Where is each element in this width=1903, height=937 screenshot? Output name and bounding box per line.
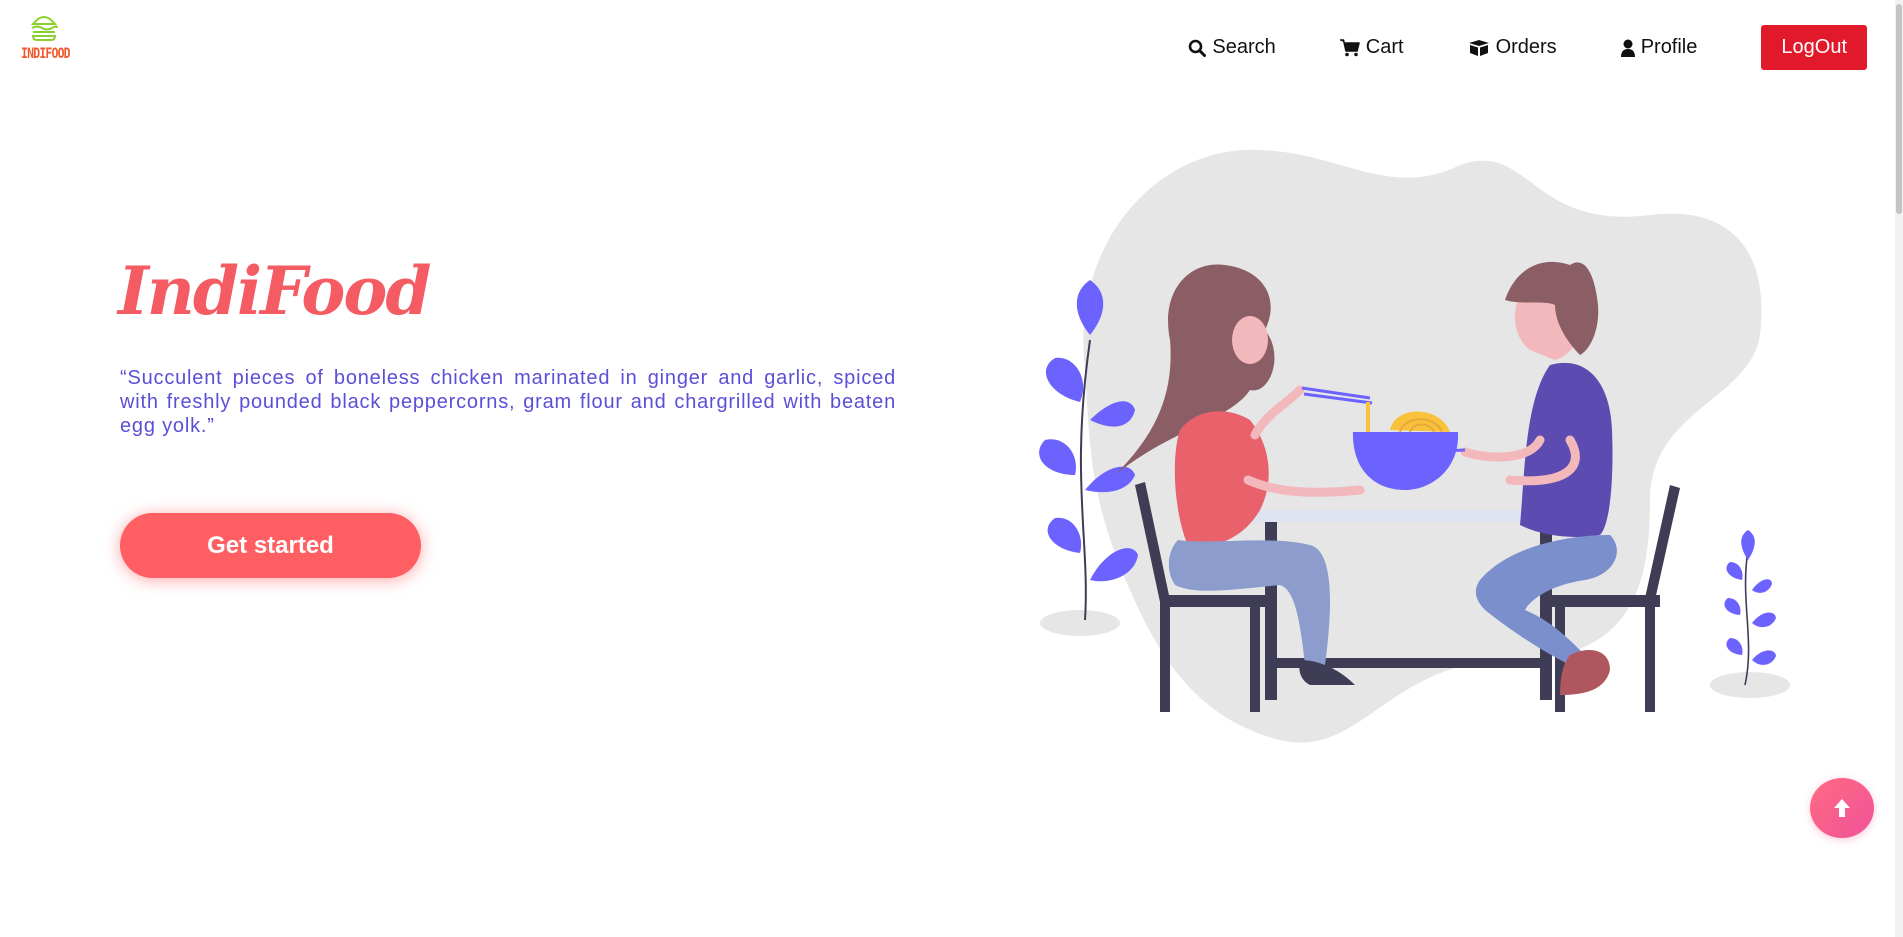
nav-profile[interactable]: Profile [1620, 36, 1698, 59]
brand-logo[interactable]: INDIFOOD [16, 12, 72, 62]
nav-search-label: Search [1212, 36, 1276, 58]
nav-orders[interactable]: Orders [1468, 36, 1557, 59]
scrollbar-thumb[interactable] [1896, 4, 1902, 214]
nav-orders-label: Orders [1495, 36, 1557, 58]
user-icon [1620, 39, 1635, 57]
nav-cart-label: Cart [1365, 36, 1404, 58]
nav-cart[interactable]: Cart [1339, 36, 1404, 59]
get-started-button[interactable]: Get started [120, 513, 421, 578]
hero-quote: “Succulent pieces of boneless chicken ma… [120, 367, 896, 437]
hero-title: IndiFood [118, 252, 432, 330]
logout-button[interactable]: LogOut [1761, 25, 1867, 70]
box-icon [1468, 39, 1489, 56]
scroll-to-top-button[interactable] [1810, 778, 1874, 838]
main-nav: Search Cart Orders Profile LogOut [1188, 25, 1867, 70]
burger-icon [30, 16, 58, 41]
page-scrollbar[interactable] [1895, 0, 1903, 937]
couple-eating-illustration [1039, 149, 1790, 743]
search-icon [1189, 39, 1207, 57]
nav-search[interactable]: Search [1188, 36, 1276, 59]
logo-text: INDIFOOD [21, 46, 71, 62]
arrow-up-icon [1834, 799, 1850, 817]
nav-profile-label: Profile [1640, 36, 1698, 58]
cart-icon [1339, 38, 1360, 56]
